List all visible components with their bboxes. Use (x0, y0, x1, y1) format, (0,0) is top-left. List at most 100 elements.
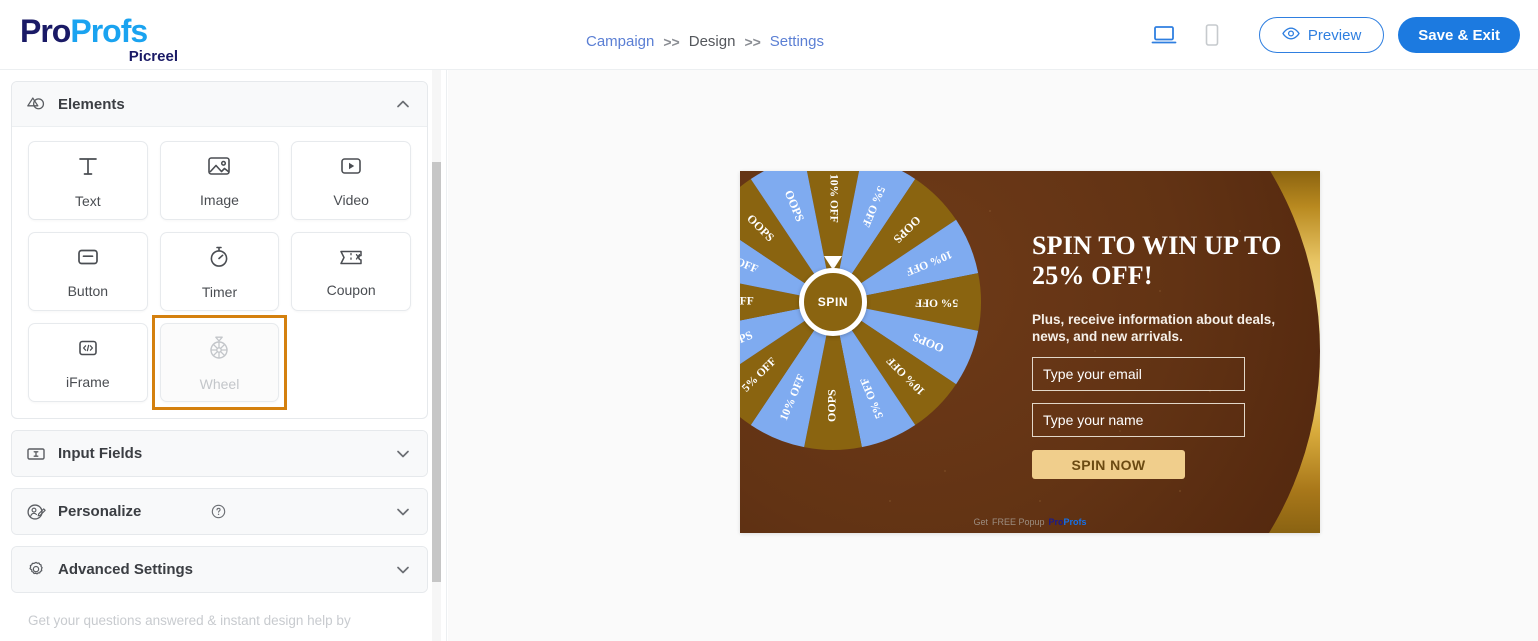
popup-offer-content: SPIN TO WIN UP TO 25% OFF! Plus, receive… (1032, 231, 1302, 479)
sidebar-section-elements-label: Elements (58, 95, 125, 113)
sidebar-section-advanced-settings-header[interactable]: Advanced Settings (12, 547, 427, 592)
element-label-timer: Timer (201, 283, 238, 300)
chevron-down-icon (395, 446, 411, 462)
sidebar-section-personalize: Personalize (11, 488, 428, 535)
element-cell-timer: Timer (159, 232, 280, 311)
popup-attribution: Get FREE Popup ProProfs (740, 517, 1320, 527)
logo-pro-text: Pro (20, 13, 71, 49)
wheel-slice-label: 10% OFF (740, 296, 754, 308)
breadcrumb: Campaign >> Design >> Settings (586, 33, 824, 50)
wheel-slice-label: 5% OFF (915, 296, 958, 308)
logo-profs-text: Profs (70, 13, 148, 49)
text-icon (75, 153, 101, 184)
preview-button-label: Preview (1307, 26, 1362, 44)
proprofs-picreel-logo[interactable]: ProProfs Picreel (20, 14, 220, 66)
element-tile-wheel: Wheel (159, 323, 280, 402)
sidebar-section-input-fields: Input Fields (11, 430, 428, 477)
element-cell-text: Text (28, 141, 148, 220)
design-canvas[interactable]: 10% OFF 5% OFF OOPS 10% OFF 5% OFF OOPS 10% OF… (448, 70, 1538, 641)
sidebar-scrollbar-thumb[interactable] (432, 162, 441, 582)
wheel-icon (206, 334, 232, 367)
prize-wheel[interactable]: 10% OFF 5% OFF OOPS 10% OFF 5% OFF OOPS 10% OF… (740, 171, 983, 452)
element-cell-coupon: Coupon (291, 232, 411, 311)
sidebar-section-elements-header[interactable]: Elements (12, 82, 427, 127)
email-input[interactable] (1032, 357, 1245, 391)
breadcrumb-item-settings[interactable]: Settings (770, 33, 824, 50)
chevron-down-icon (395, 504, 411, 520)
element-cell-video: Video (291, 141, 411, 220)
sidebar-section-elements: Elements Text Image Video Button Timer C… (11, 81, 428, 419)
chevron-up-icon (395, 96, 411, 112)
attribution-brand-pro: Pro (1048, 517, 1064, 527)
element-tile-image[interactable]: Image (159, 141, 280, 220)
elements-grid: Text Image Video Button Timer Coupon iFr… (12, 127, 427, 418)
element-label-text: Text (74, 192, 101, 209)
personalize-icon (26, 502, 46, 522)
element-label-wheel: Wheel (199, 375, 240, 392)
preview-button[interactable]: Preview (1258, 17, 1385, 53)
logo-product-name: Picreel (128, 48, 178, 65)
sidebar-footer: Get your questions answered & instant de… (0, 611, 446, 641)
breadcrumb-item-campaign[interactable]: Campaign (586, 33, 654, 50)
top-bar: ProProfs Picreel Campaign >> Design >> S… (0, 0, 1538, 70)
design-sidebar: Elements Text Image Video Button Timer C… (0, 70, 447, 641)
element-cell-iframe: iFrame (28, 323, 148, 402)
video-icon (338, 154, 364, 183)
element-cell-image: Image (159, 141, 280, 220)
spin-now-button[interactable]: SPIN NOW (1032, 450, 1185, 479)
sidebar-help-text: Get your questions answered & instant de… (28, 613, 351, 628)
spin-wheel-popup[interactable]: 10% OFF 5% OFF OOPS 10% OFF 5% OFF OOPS 10% OF… (740, 171, 1320, 533)
laptop-icon[interactable] (1147, 18, 1181, 52)
attribution-link[interactable]: FREE Popup (992, 517, 1045, 527)
coupon-icon (337, 246, 365, 273)
top-bar-actions: Preview Save & Exit (1147, 0, 1520, 70)
element-label-video: Video (333, 191, 369, 208)
element-label-coupon: Coupon (326, 281, 376, 298)
sidebar-section-input-fields-label: Input Fields (58, 445, 143, 462)
wheel-slice-label: 10% OFF (827, 174, 839, 223)
sidebar-section-advanced-settings: Advanced Settings (11, 546, 428, 593)
element-tile-video[interactable]: Video (291, 141, 411, 220)
timer-icon (206, 244, 232, 275)
logo-wordmark: ProProfs (20, 14, 220, 48)
element-tile-button[interactable]: Button (28, 232, 148, 311)
chevron-down-icon (395, 562, 411, 578)
spin-now-label: SPIN NOW (1071, 456, 1146, 473)
element-label-image: Image (200, 191, 239, 208)
save-and-exit-label: Save & Exit (1418, 26, 1500, 44)
wheel-hub-label: SPIN (817, 295, 849, 309)
element-tile-timer[interactable]: Timer (159, 232, 280, 311)
attribution-brand-profs: Profs (1063, 517, 1087, 527)
code-icon (75, 336, 101, 365)
sidebar-section-advanced-settings-label: Advanced Settings (58, 561, 194, 578)
save-and-exit-button[interactable]: Save & Exit (1398, 17, 1520, 53)
elements-icon (26, 94, 46, 114)
element-tile-coupon[interactable]: Coupon (291, 232, 411, 311)
element-label-iframe: iFrame (66, 373, 110, 390)
element-tile-iframe[interactable]: iFrame (28, 323, 148, 402)
breadcrumb-separator-1: >> (663, 33, 680, 50)
mobile-icon[interactable] (1195, 18, 1229, 52)
button-icon (75, 245, 101, 274)
sidebar-section-input-fields-header[interactable]: Input Fields (12, 431, 427, 476)
element-tile-text[interactable]: Text (28, 141, 148, 220)
sidebar-section-personalize-header[interactable]: Personalize (12, 489, 427, 534)
help-icon[interactable] (211, 504, 226, 519)
breadcrumb-item-design[interactable]: Design (689, 33, 736, 50)
eye-icon (1282, 27, 1300, 44)
element-cell-button: Button (28, 232, 148, 311)
breadcrumb-separator-2: >> (744, 33, 761, 50)
element-cell-wheel: Wheel (151, 315, 288, 410)
wheel-slice-label: OOPS (825, 389, 839, 422)
attribution-brand[interactable]: ProProfs (1049, 517, 1087, 527)
image-icon (206, 154, 232, 183)
input-field-icon (26, 444, 46, 464)
name-input[interactable] (1032, 403, 1245, 437)
element-label-button: Button (67, 282, 109, 299)
wheel-spin-hub[interactable]: SPIN (799, 268, 867, 336)
popup-headline: SPIN TO WIN UP TO 25% OFF! (1032, 231, 1282, 290)
popup-subtext: Plus, receive information about deals, n… (1032, 312, 1276, 344)
gear-icon (26, 560, 46, 580)
attribution-prefix: Get (973, 517, 988, 527)
sidebar-section-personalize-label: Personalize (58, 503, 142, 520)
